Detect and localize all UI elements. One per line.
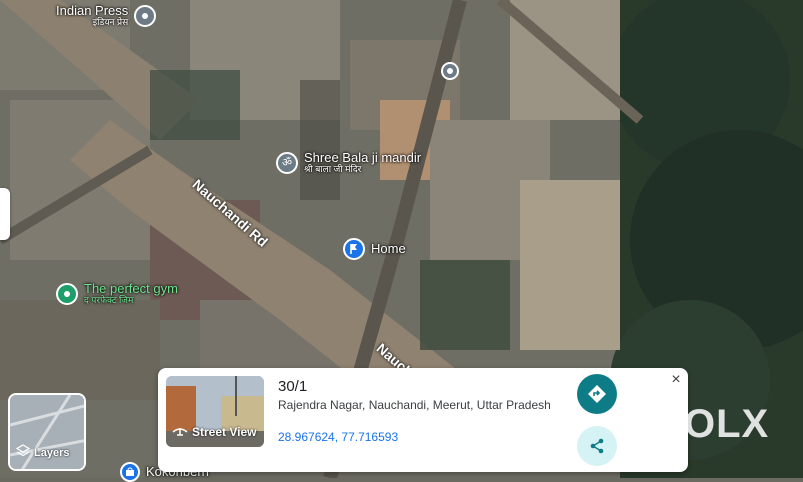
directions-button[interactable]	[577, 374, 617, 414]
poi-sub: श्री बाला जी मंदिर	[304, 163, 362, 174]
poi-the-perfect-gym[interactable]: The perfect gym द परफेक्ट जिम	[56, 282, 178, 305]
shopping-bag-icon	[120, 462, 140, 482]
place-title: 30/1	[278, 378, 308, 395]
olx-watermark: OLX	[684, 402, 770, 446]
poi-name: The perfect gym	[84, 281, 178, 296]
street-view-icon	[172, 424, 188, 439]
place-coordinates[interactable]: 28.967624, 77.716593	[278, 430, 398, 444]
directions-icon	[588, 385, 606, 403]
poi-indian-press[interactable]: Indian Press इंडियन प्रेस	[56, 3, 157, 27]
poi-name: Indian Press	[56, 3, 129, 18]
share-icon	[590, 438, 604, 454]
place-info-card: Street View 30/1 Rajendra Nagar, Nauchan…	[158, 368, 688, 472]
street-view-thumbnail[interactable]: Street View	[166, 376, 264, 447]
location-pin-icon[interactable]	[441, 62, 459, 80]
flag-icon	[343, 238, 365, 260]
poi-sub: इंडियन प्रेस	[92, 16, 129, 27]
poi-name: Home	[371, 241, 406, 257]
street-view-label: Street View	[192, 424, 257, 439]
layers-icon	[15, 444, 31, 461]
pin-icon	[134, 4, 157, 27]
close-button[interactable]: ×	[668, 372, 684, 388]
pin-icon	[56, 282, 78, 305]
street-view-button[interactable]: Street View	[172, 424, 256, 439]
place-address: Rajendra Nagar, Nauchandi, Meerut, Uttar…	[278, 398, 551, 412]
layers-button[interactable]: Layers	[8, 393, 86, 471]
poi-shree-bala-ji-mandir[interactable]: ॐ Shree Bala ji mandir श्री बाला जी मंदि…	[276, 151, 421, 174]
poi-sub: द परफेक्ट जिम	[84, 294, 134, 305]
share-button[interactable]	[577, 426, 617, 466]
poi-home[interactable]: Home	[343, 238, 406, 260]
poi-name: Shree Bala ji mandir	[304, 150, 422, 165]
om-icon: ॐ	[276, 151, 298, 174]
side-panel-toggle[interactable]	[0, 188, 10, 240]
layers-label: Layers	[34, 446, 70, 459]
